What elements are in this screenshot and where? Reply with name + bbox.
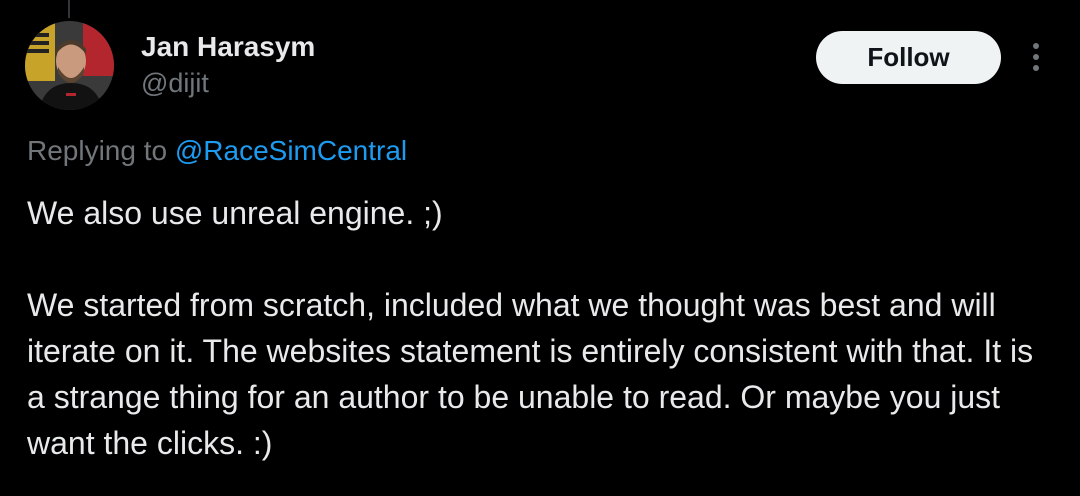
replying-to-line: Replying to @RaceSimCentral <box>27 133 407 169</box>
author-name[interactable]: Jan Harasym <box>141 30 315 64</box>
thread-connector-line <box>68 0 70 18</box>
follow-button[interactable]: Follow <box>816 31 1001 84</box>
reply-mention-link[interactable]: @RaceSimCentral <box>175 135 407 166</box>
more-vertical-icon[interactable] <box>1022 40 1050 74</box>
tweet-paragraph: We started from scratch, included what w… <box>27 287 1034 461</box>
profile-photo-icon <box>25 21 114 110</box>
tweet-paragraph: We also use unreal engine. ;) <box>27 195 443 231</box>
avatar[interactable] <box>25 21 114 110</box>
author-handle[interactable]: @dijit <box>141 66 209 100</box>
tweet-body: We also use unreal engine. ;) We started… <box>27 190 1057 466</box>
replying-to-label: Replying to <box>27 135 175 166</box>
